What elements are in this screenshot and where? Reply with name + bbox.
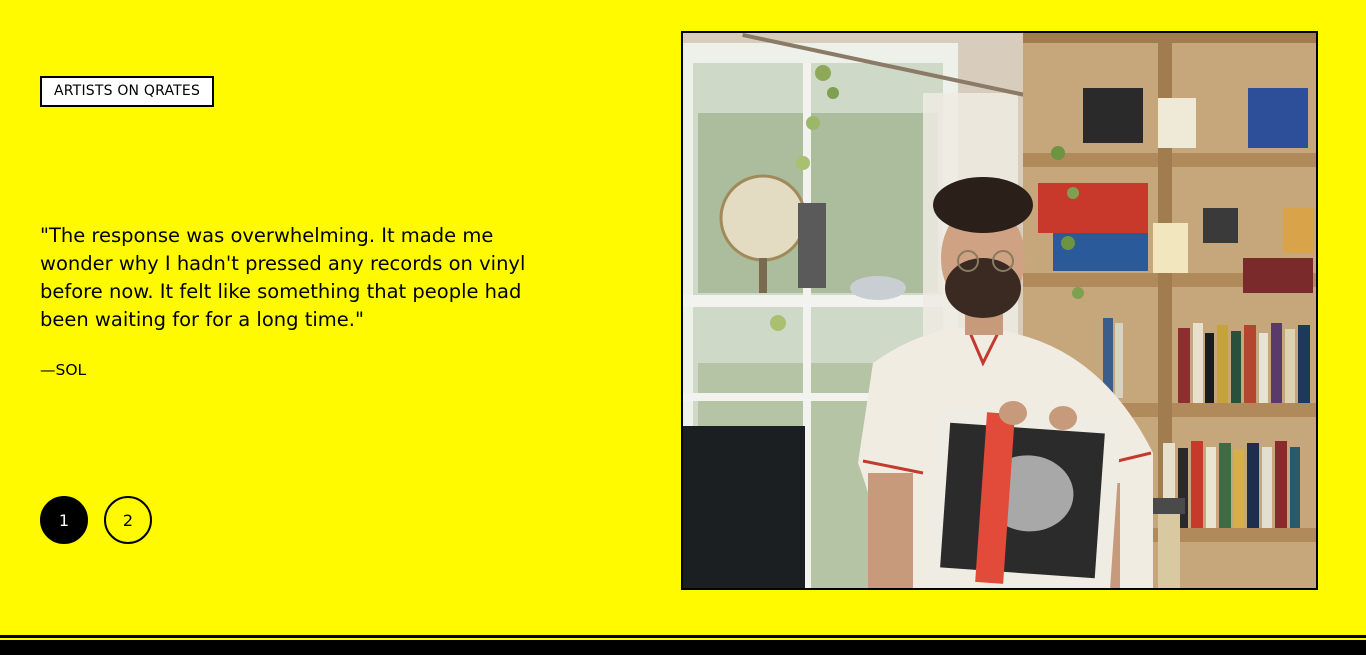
testimonial-quote: "The response was overwhelming. It made …: [40, 224, 526, 331]
testimonial-pager: 1 2: [40, 496, 152, 544]
footer-divider: [0, 635, 1366, 638]
pager-dot-2[interactable]: 2: [104, 496, 152, 544]
footer-bar: [0, 640, 1366, 655]
section-tag: ARTISTS ON QRATES: [40, 76, 215, 107]
artist-photo-illustration: [683, 33, 1316, 588]
artist-photo: [681, 31, 1318, 590]
pager-dot-1[interactable]: 1: [40, 496, 88, 544]
testimonial-attribution: —SOL: [40, 361, 87, 379]
